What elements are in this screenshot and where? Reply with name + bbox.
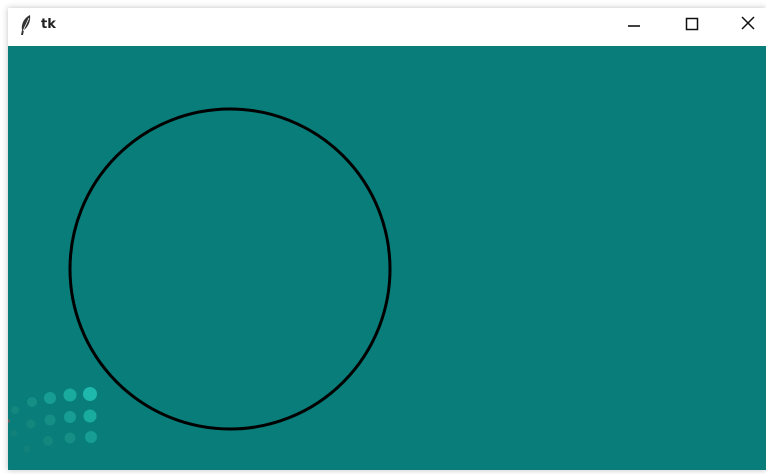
tk-canvas[interactable] bbox=[8, 46, 766, 470]
maximize-button[interactable] bbox=[664, 8, 720, 42]
window-title: tk bbox=[41, 17, 56, 32]
title-bar[interactable]: tk bbox=[8, 8, 766, 46]
maximize-icon bbox=[685, 16, 699, 35]
close-icon bbox=[740, 15, 756, 35]
tk-window: tk bbox=[8, 8, 766, 470]
minimize-icon bbox=[627, 16, 641, 35]
canvas-drawing bbox=[68, 107, 392, 431]
decorative-dots bbox=[8, 387, 97, 453]
close-button[interactable] bbox=[720, 8, 766, 42]
minimize-button[interactable] bbox=[606, 8, 662, 42]
tk-feather-icon bbox=[18, 14, 34, 36]
circle-shape bbox=[68, 107, 392, 431]
